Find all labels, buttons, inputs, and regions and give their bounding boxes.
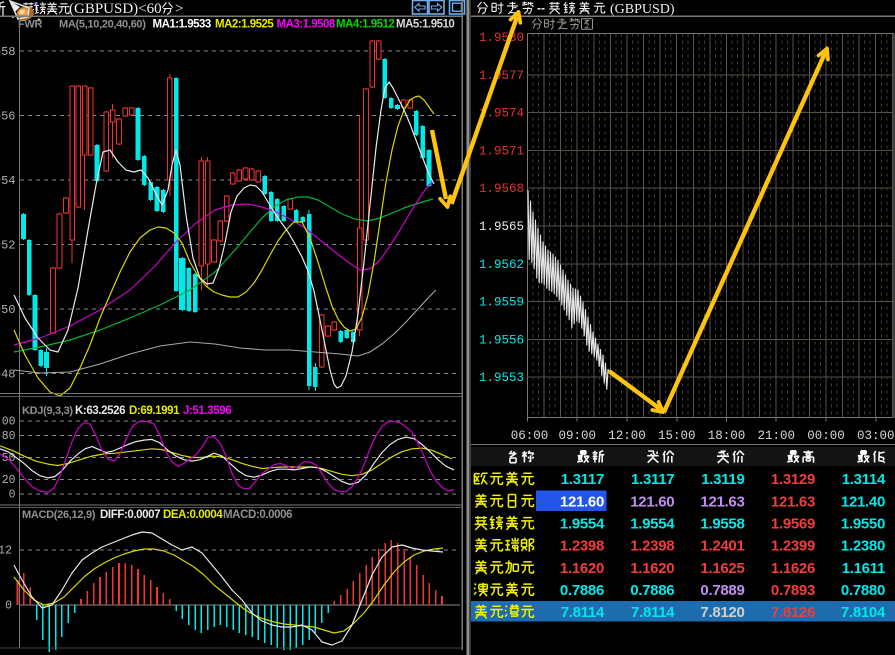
svg-text:1.9559: 1.9559 bbox=[479, 296, 524, 310]
svg-text:1.3117: 1.3117 bbox=[631, 471, 674, 488]
svg-text:1.9558: 1.9558 bbox=[700, 516, 744, 533]
svg-text:--: -- bbox=[537, 1, 545, 15]
svg-text:>: > bbox=[175, 1, 183, 17]
svg-text:7.8120: 7.8120 bbox=[700, 604, 744, 621]
svg-text:MA4:1.9512: MA4:1.9512 bbox=[336, 19, 394, 31]
svg-text:15:00: 15:00 bbox=[658, 429, 696, 443]
svg-text:7.8126: 7.8126 bbox=[771, 604, 815, 621]
svg-text:956: 956 bbox=[0, 110, 16, 124]
svg-text:K:63.2526: K:63.2526 bbox=[75, 405, 125, 417]
svg-text:DIFF:0.0007: DIFF:0.0007 bbox=[100, 509, 160, 521]
svg-text:0.7886: 0.7886 bbox=[630, 582, 674, 599]
svg-text:1.2380: 1.2380 bbox=[841, 538, 885, 555]
svg-text:KDJ(9,3,3): KDJ(9,3,3) bbox=[22, 405, 73, 417]
svg-text:1.9577: 1.9577 bbox=[479, 69, 524, 83]
svg-text:7.8114: 7.8114 bbox=[631, 604, 675, 621]
svg-text:1.2398: 1.2398 bbox=[560, 538, 604, 555]
svg-text:121.40: 121.40 bbox=[841, 493, 885, 510]
svg-text:1.9554: 1.9554 bbox=[560, 516, 605, 533]
svg-text:06:00: 06:00 bbox=[511, 429, 549, 443]
svg-text:1.3114: 1.3114 bbox=[842, 471, 886, 488]
svg-text:121.63: 121.63 bbox=[771, 493, 815, 510]
svg-text:MACD:0.0006: MACD:0.0006 bbox=[223, 509, 292, 521]
svg-text:MACD(26,12,9): MACD(26,12,9) bbox=[22, 509, 96, 521]
svg-text:121.63: 121.63 bbox=[700, 493, 744, 510]
svg-text:1.1626: 1.1626 bbox=[771, 560, 815, 577]
svg-text:1.2398: 1.2398 bbox=[630, 538, 674, 555]
svg-text:1.2401: 1.2401 bbox=[700, 538, 744, 555]
svg-text:00:00: 00:00 bbox=[807, 429, 845, 443]
svg-text:1.2399: 1.2399 bbox=[771, 538, 815, 555]
svg-text:1.1620: 1.1620 bbox=[560, 560, 604, 577]
svg-text:1.9553: 1.9553 bbox=[479, 371, 524, 385]
svg-text:MA3:1.9508: MA3:1.9508 bbox=[277, 19, 336, 31]
svg-text:0.7893: 0.7893 bbox=[771, 582, 815, 599]
svg-text:20: 20 bbox=[2, 474, 16, 487]
svg-text:80: 80 bbox=[2, 430, 16, 443]
svg-text:952: 952 bbox=[0, 239, 16, 253]
svg-text:0.7889: 0.7889 bbox=[700, 582, 744, 599]
svg-text:1.9580: 1.9580 bbox=[479, 31, 524, 45]
svg-text:121.60: 121.60 bbox=[560, 493, 604, 510]
svg-text:J:51.3596: J:51.3596 bbox=[183, 405, 231, 417]
svg-text:1.1620: 1.1620 bbox=[630, 560, 674, 577]
svg-text:D:69.1991: D:69.1991 bbox=[129, 405, 180, 417]
svg-text:1.9554: 1.9554 bbox=[630, 516, 675, 533]
svg-text:MA(5,10,20,40,60): MA(5,10,20,40,60) bbox=[59, 19, 146, 31]
svg-text:0: 0 bbox=[5, 600, 12, 613]
svg-text:1.3117: 1.3117 bbox=[561, 471, 604, 488]
svg-text:0.7886: 0.7886 bbox=[560, 582, 604, 599]
svg-text:21:00: 21:00 bbox=[757, 429, 795, 443]
svg-text:(GBPUSD)<60: (GBPUSD)<60 bbox=[69, 1, 162, 17]
svg-text:FWR: FWR bbox=[18, 19, 43, 31]
svg-text:1.9556: 1.9556 bbox=[479, 333, 524, 347]
svg-text:950: 950 bbox=[0, 303, 16, 317]
svg-text:18:00: 18:00 bbox=[708, 429, 746, 443]
svg-text:1.1625: 1.1625 bbox=[700, 560, 744, 577]
svg-text:1.3119: 1.3119 bbox=[701, 471, 744, 488]
svg-text:1.3129: 1.3129 bbox=[771, 471, 815, 488]
svg-text:948: 948 bbox=[0, 368, 16, 382]
svg-text:1.9550: 1.9550 bbox=[841, 516, 885, 533]
svg-text:09:00: 09:00 bbox=[558, 429, 596, 443]
svg-text:1.9568: 1.9568 bbox=[479, 182, 524, 196]
svg-text:1.1611: 1.1611 bbox=[842, 560, 885, 577]
svg-text:954: 954 bbox=[0, 174, 16, 188]
svg-text:7.8114: 7.8114 bbox=[561, 604, 605, 621]
svg-text:00: 00 bbox=[2, 416, 16, 429]
svg-text:MA1:1.9533: MA1:1.9533 bbox=[153, 19, 211, 31]
svg-text:(GBPUSD): (GBPUSD) bbox=[610, 2, 675, 17]
svg-text:0.7880: 0.7880 bbox=[841, 582, 885, 599]
svg-text:0: 0 bbox=[9, 488, 16, 501]
svg-text:121.60: 121.60 bbox=[630, 493, 674, 510]
svg-text:1.9571: 1.9571 bbox=[479, 144, 524, 158]
svg-text:DEA:0.0004: DEA:0.0004 bbox=[163, 509, 223, 521]
svg-text:MA2:1.9525: MA2:1.9525 bbox=[215, 19, 274, 31]
svg-text:12:00: 12:00 bbox=[608, 429, 646, 443]
svg-text:012: 012 bbox=[0, 545, 12, 558]
svg-text:50: 50 bbox=[2, 452, 16, 465]
svg-text:1.9562: 1.9562 bbox=[479, 258, 524, 272]
svg-text:MA5:1.9510: MA5:1.9510 bbox=[396, 19, 454, 31]
svg-text:1.9569: 1.9569 bbox=[771, 516, 815, 533]
svg-text:958: 958 bbox=[0, 45, 16, 59]
svg-text:1.9565: 1.9565 bbox=[479, 220, 524, 234]
svg-text:7.8104: 7.8104 bbox=[841, 604, 886, 621]
svg-text:03:00: 03:00 bbox=[857, 429, 895, 443]
